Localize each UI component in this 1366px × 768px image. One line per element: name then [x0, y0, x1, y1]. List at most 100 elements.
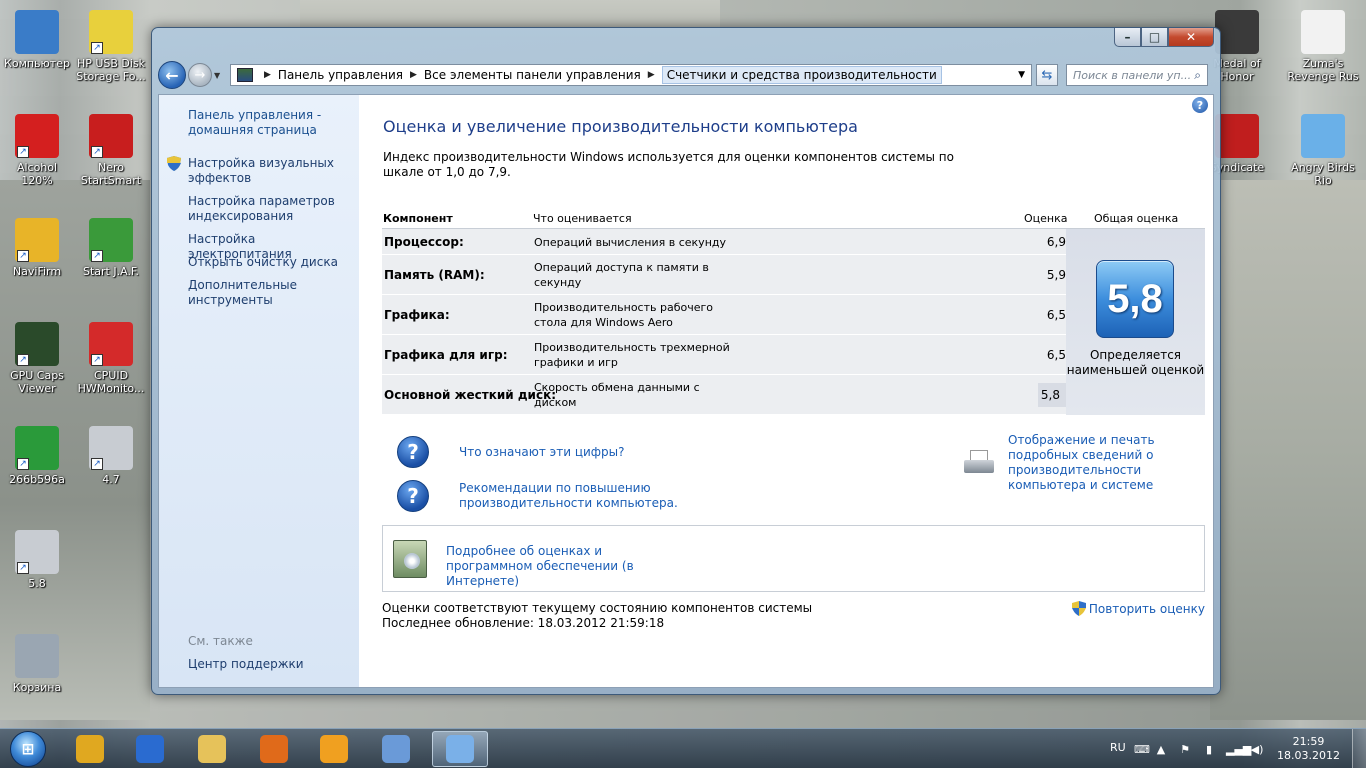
component-name: Память (RAM):	[384, 268, 485, 282]
refresh-button[interactable]: ⇆	[1036, 64, 1058, 86]
address-dropdown-icon[interactable]: ▼	[1018, 70, 1025, 80]
desktop-icon[interactable]: ↗ NaviFirm	[0, 218, 74, 278]
power-icon[interactable]: ▮	[1202, 743, 1216, 757]
breadcrumb-all-items[interactable]: Все элементы панели управления	[424, 68, 641, 82]
navigation-bar: ← → ▼ ▶ Панель управления ▶ Все элементы…	[158, 60, 1214, 90]
volume-icon[interactable]: ◀)	[1250, 743, 1264, 757]
keyboard-icon[interactable]: ⌨	[1134, 743, 1150, 757]
sidebar-action-center[interactable]: Центр поддержки	[188, 657, 304, 671]
taskbar-button[interactable]	[306, 731, 362, 767]
desktop-icon-label: Nero StartSmart	[80, 161, 142, 187]
maximize-button[interactable]: □	[1141, 28, 1168, 47]
desktop-icon[interactable]: Zuma's Revenge Rus	[1286, 10, 1360, 83]
desktop-app-icon: ↗	[89, 322, 133, 366]
breadcrumb-current[interactable]: Счетчики и средства производительности	[661, 66, 942, 84]
language-indicator[interactable]: RU	[1110, 741, 1126, 754]
print-details-link[interactable]: Отображение и печать подробных сведений …	[1008, 433, 1208, 493]
taskbar: ⊞ RU ⌨ ▲ ⚑ ▮ ▂▄▆ ◀) 21:59 18.03.2012	[0, 728, 1366, 768]
help-icon[interactable]: ?	[1192, 97, 1208, 113]
desktop-icon[interactable]: ↗ 266b596a	[0, 426, 74, 486]
question-icon: ?	[397, 436, 429, 468]
desktop-icon[interactable]: ↗ CPUID HWMonito...	[74, 322, 148, 395]
recommendations-link[interactable]: Рекомендации по повышению производительн…	[459, 481, 679, 511]
sidebar-disk-cleanup[interactable]: Открыть очистку диска	[188, 255, 348, 270]
tb-icon-1	[76, 735, 104, 763]
desktop-app-icon: ↗	[15, 218, 59, 262]
overall-score-panel: 5,8 Определяется наименьшей оценкой	[1066, 229, 1205, 415]
uac-shield-icon	[1071, 601, 1086, 616]
component-description: Скорость обмена данными с диском	[534, 381, 700, 409]
minimize-button[interactable]: –	[1114, 28, 1141, 47]
recent-pages-dropdown[interactable]: ▼	[214, 71, 226, 80]
shortcut-arrow-icon: ↗	[17, 146, 29, 158]
chevron-right-icon[interactable]: ▶	[410, 70, 417, 80]
desktop-icon[interactable]: Компьютер	[0, 10, 74, 70]
control-panel-window: – □ ✕ ← → ▼ ▶ Панель управления ▶ Все эл…	[151, 27, 1221, 695]
page-title: Оценка и увеличение производительности к…	[383, 117, 858, 136]
sidebar-home-link[interactable]: Панель управления - домашняя страница	[188, 108, 348, 138]
main-panel: ? Оценка и увеличение производительности…	[382, 95, 1208, 687]
desktop-icon[interactable]: ↗ Alcohol 120%	[0, 114, 74, 187]
content-area: Панель управления - домашняя страница На…	[158, 94, 1214, 688]
taskbar-button[interactable]	[368, 731, 424, 767]
desktop-icon-label: Корзина	[12, 681, 62, 694]
desktop-icon-label: CPUID HWMonito...	[77, 369, 145, 395]
desktop-icon-label: 4.7	[102, 473, 120, 486]
close-button[interactable]: ✕	[1168, 28, 1214, 47]
component-score: 6,5	[1046, 348, 1066, 362]
desktop-icon[interactable]: Корзина	[0, 634, 74, 694]
flag-icon[interactable]: ⚑	[1178, 743, 1192, 757]
taskbar-button[interactable]	[184, 731, 240, 767]
what-numbers-link[interactable]: Что означают эти цифры?	[459, 445, 625, 460]
taskbar-button[interactable]	[62, 731, 118, 767]
component-description: Производительность рабочего стола для Wi…	[534, 301, 714, 329]
breadcrumb-control-panel[interactable]: Панель управления	[278, 68, 403, 82]
chevron-right-icon[interactable]: ▶	[648, 70, 655, 80]
taskbar-button[interactable]	[122, 731, 178, 767]
address-bar[interactable]: ▶ Панель управления ▶ Все элементы панел…	[230, 64, 1032, 86]
component-description: Операций вычисления в секунду	[534, 236, 726, 249]
desktop-icon[interactable]: ↗ Nero StartSmart	[74, 114, 148, 187]
desktop-icon[interactable]: ↗ GPU Caps Viewer	[0, 322, 74, 395]
desktop-app-icon	[1301, 10, 1345, 54]
taskbar-button[interactable]	[432, 731, 488, 767]
back-button[interactable]: ←	[158, 61, 186, 89]
desktop-icon[interactable]: ↗ Start J.A.F.	[74, 218, 148, 278]
chevron-right-icon[interactable]: ▶	[264, 70, 271, 80]
header-overall: Общая оценка	[1094, 212, 1179, 225]
online-info-link[interactable]: Подробнее об оценках и программном обесп…	[446, 544, 686, 589]
tb-icon-3	[198, 735, 226, 763]
component-score: 5,9	[1046, 268, 1066, 282]
desktop-icon-label: Angry Birds Rio	[1291, 161, 1355, 187]
tb-icon-5	[320, 735, 348, 763]
rerun-label[interactable]: Повторить оценку	[1089, 602, 1205, 616]
desktop-icon[interactable]: ↗ 4.7	[74, 426, 148, 486]
desktop-icon-label: Start J.A.F.	[83, 265, 139, 278]
sidebar-visual-effects[interactable]: Настройка визуальных эффектов	[188, 156, 348, 186]
question-icon: ?	[397, 480, 429, 512]
shortcut-arrow-icon: ↗	[91, 146, 103, 158]
chevron-up-icon[interactable]: ▲	[1154, 743, 1168, 757]
desktop-icon[interactable]: ↗ 5.8	[0, 530, 74, 590]
taskbar-button[interactable]	[246, 731, 302, 767]
component-description: Операций доступа к памяти в секунду	[534, 261, 709, 289]
desktop-app-icon: ↗	[15, 530, 59, 574]
show-desktop-button[interactable]	[1352, 729, 1366, 768]
clock[interactable]: 21:59 18.03.2012	[1277, 735, 1340, 763]
desktop-icon[interactable]: ↗ HP USB Disk Storage Fo...	[74, 10, 148, 83]
start-button[interactable]: ⊞	[2, 729, 54, 768]
component-score: 6,5	[1046, 308, 1066, 322]
component-name: Графика для игр:	[384, 348, 508, 362]
windows-orb-icon: ⊞	[10, 731, 46, 767]
search-icon[interactable]: ⌕	[1194, 68, 1201, 83]
sidebar-indexing[interactable]: Настройка параметров индексирования	[188, 194, 348, 224]
rerun-assessment[interactable]: Повторить оценку	[1071, 601, 1205, 616]
forward-button[interactable]: →	[188, 63, 212, 87]
network-icon[interactable]: ▂▄▆	[1226, 743, 1251, 757]
search-input[interactable]: Поиск в панели уп... ⌕	[1066, 64, 1208, 86]
sidebar-advanced-tools[interactable]: Дополнительные инструменты	[188, 278, 348, 308]
desktop-app-icon	[1215, 10, 1259, 54]
desktop-icon[interactable]: Angry Birds Rio	[1286, 114, 1360, 187]
what-numbers-row: ? Что означают эти цифры?	[397, 436, 625, 468]
control-panel-icon	[237, 68, 253, 82]
